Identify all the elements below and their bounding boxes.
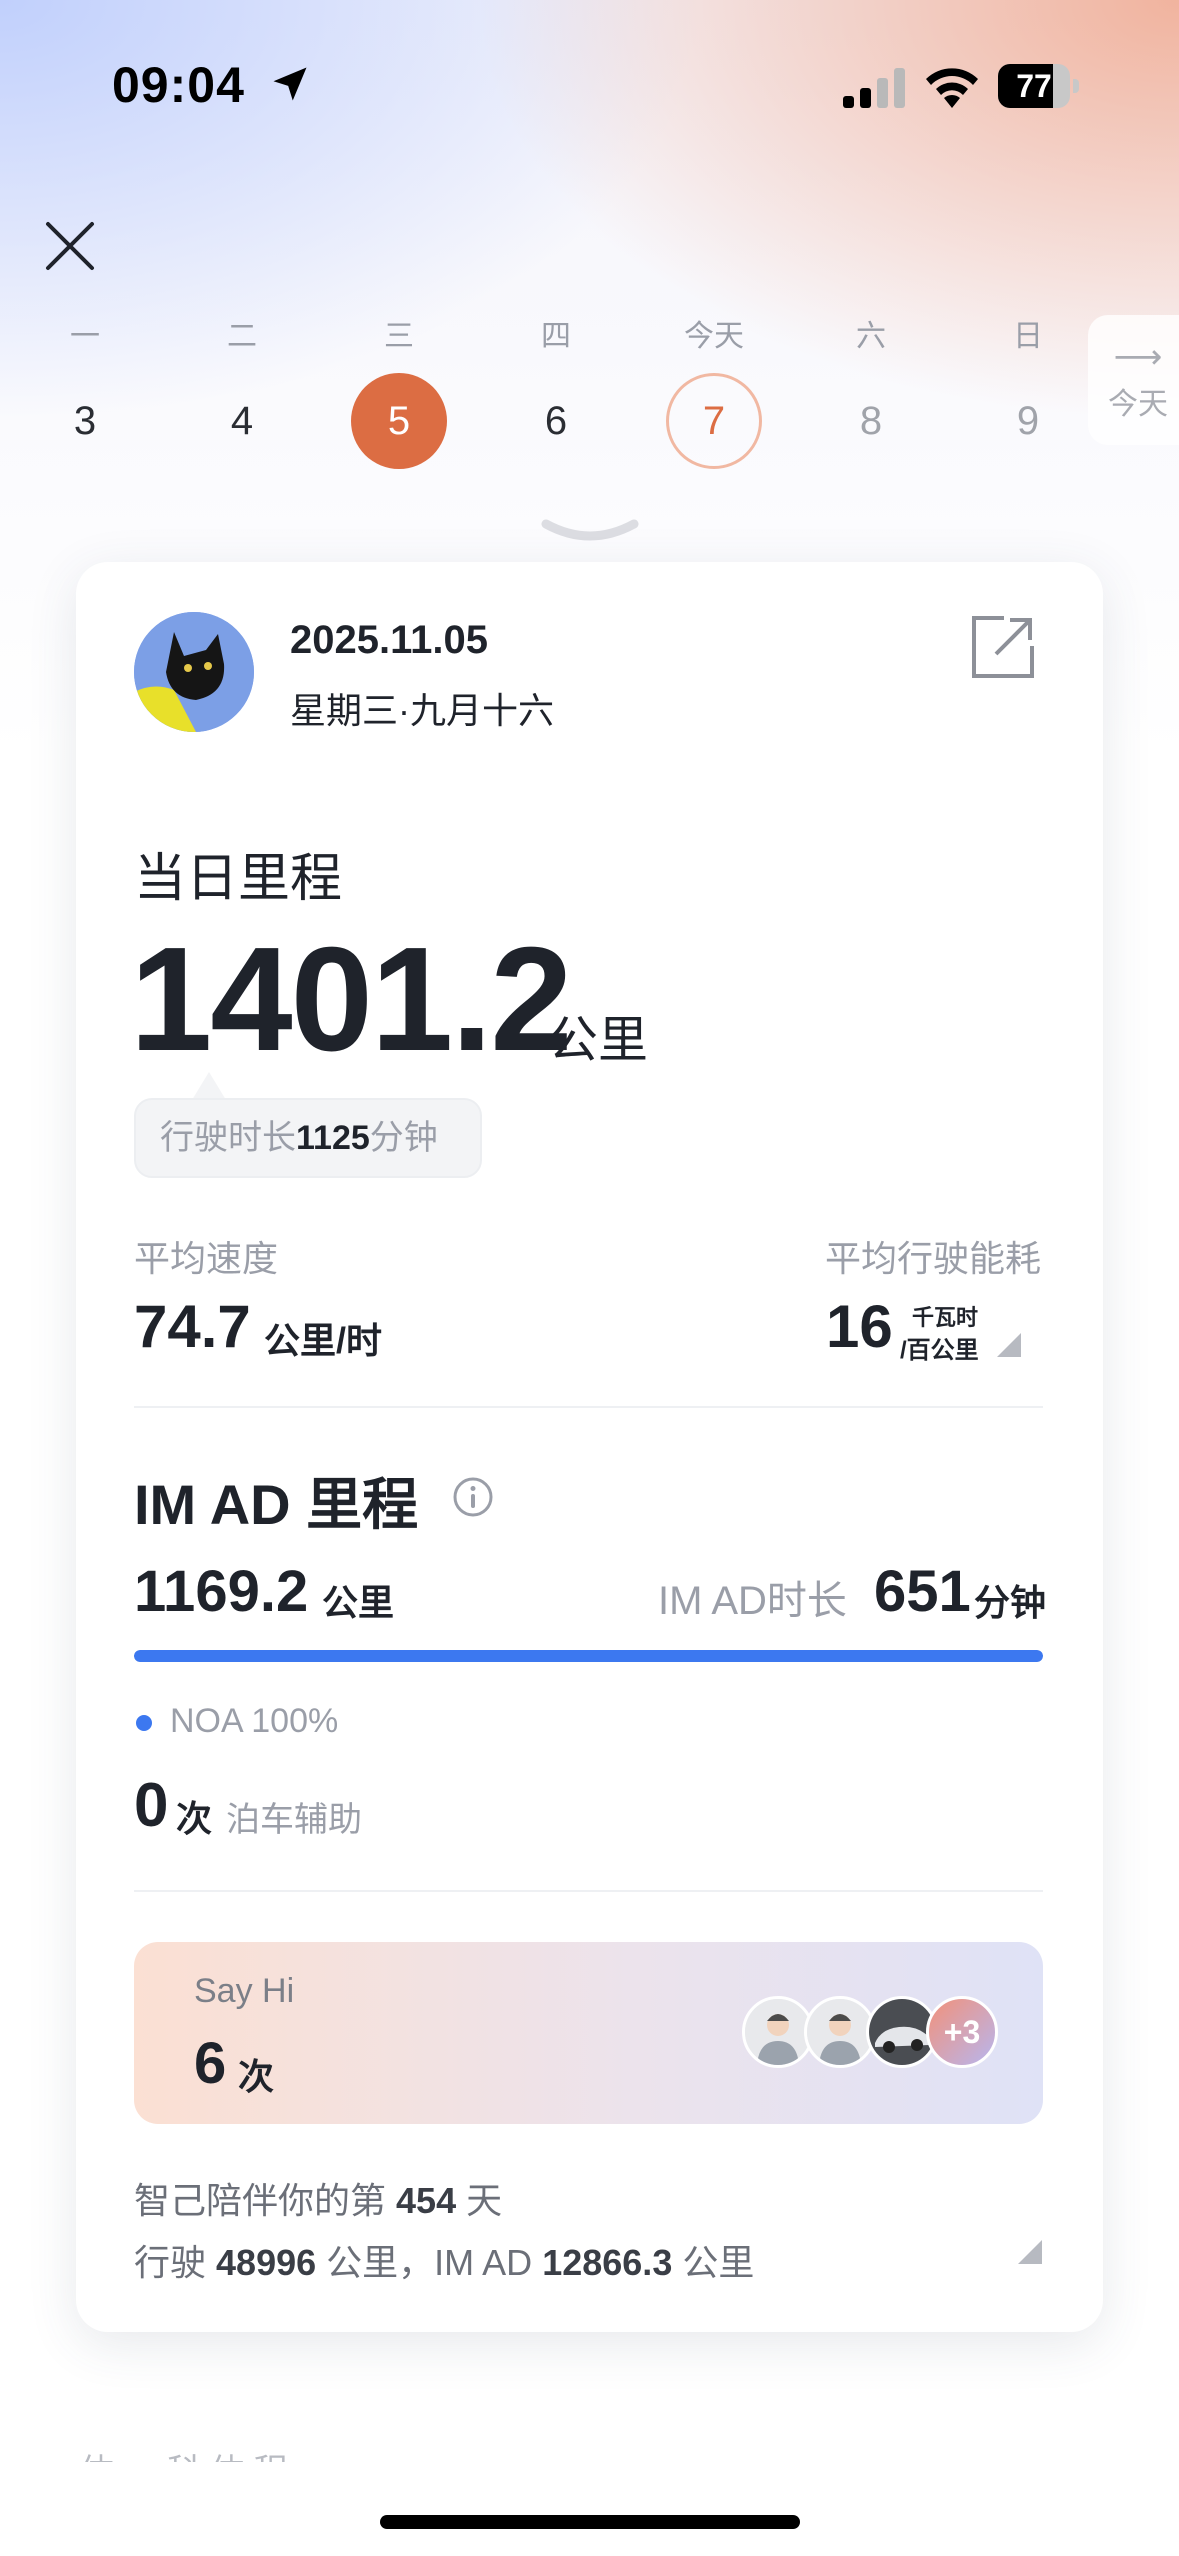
imad-duration-unit: 分钟 xyxy=(974,1582,1047,1623)
weekday-label: 一 xyxy=(70,320,100,353)
avg-speed-label: 平均速度 xyxy=(134,1238,279,1279)
weekday-label: 日 xyxy=(1013,320,1043,353)
imad-progress-fill xyxy=(134,1650,1043,1662)
info-icon[interactable] xyxy=(452,1476,494,1518)
bubble-pointer xyxy=(192,1072,226,1100)
avg-consumption-unit-top: 千瓦时 xyxy=(912,1305,979,1330)
expand-corner-icon[interactable] xyxy=(1018,2240,1042,2264)
arrow-right-icon: ⟶ xyxy=(1113,338,1163,376)
driving-duration-text: 行驶时长1125分钟 xyxy=(160,1119,438,1157)
parking-assist-unit: 次 xyxy=(176,1798,213,1839)
calendar-day-today[interactable]: 今天 7 xyxy=(664,315,764,469)
week-calendar: 一 3 二 4 三 5 四 6 今天 7 六 8 日 9 xyxy=(30,315,1080,475)
weekday-label: 今天 xyxy=(684,320,744,353)
cellular-signal-icon xyxy=(843,68,905,108)
weekday-label: 四 xyxy=(541,320,571,353)
divider xyxy=(134,1890,1043,1892)
more-people-badge[interactable]: +3 xyxy=(926,1996,998,2068)
daily-mileage-title: 当日里程 xyxy=(134,850,343,908)
day-number: 5 xyxy=(351,373,447,469)
parking-assist-label: 泊车辅助 xyxy=(226,1801,362,1839)
battery-body: 77 xyxy=(998,64,1070,108)
imad-progress-bar xyxy=(134,1650,1043,1662)
calendar-day[interactable]: 四 6 xyxy=(506,315,606,469)
day-number: 9 xyxy=(1016,399,1040,443)
noa-legend-dot xyxy=(136,1715,152,1731)
card-weekday-lunar: 星期三·九月十六 xyxy=(290,690,554,731)
home-indicator[interactable] xyxy=(380,2515,800,2529)
imad-duration-value: 651 xyxy=(874,1559,971,1624)
imad-mileage-title: IM AD 里程 xyxy=(134,1473,419,1536)
imad-duration-label: IM AD时长 xyxy=(658,1579,847,1623)
chevron-down-icon[interactable] xyxy=(540,518,640,544)
say-hi-unit: 次 xyxy=(238,2056,275,2097)
calendar-day-selected[interactable]: 三 5 xyxy=(349,315,449,469)
card-date: 2025.11.05 xyxy=(290,618,488,662)
battery-indicator: 77 xyxy=(998,64,1080,110)
divider xyxy=(134,1406,1043,1408)
daily-mileage-unit: 公里 xyxy=(548,1012,648,1068)
cat-avatar-image xyxy=(134,612,254,732)
battery-tip xyxy=(1073,79,1079,93)
driving-duration-bubble: 行驶时长1125分钟 xyxy=(134,1098,482,1178)
day-number: 8 xyxy=(859,399,883,443)
imad-mileage-value: 1169.2 xyxy=(134,1559,309,1624)
avg-consumption-value: 16 xyxy=(826,1293,893,1360)
day-number: 3 xyxy=(73,399,97,443)
today-button-label: 今天 xyxy=(1108,388,1168,421)
avg-consumption-label: 平均行驶能耗 xyxy=(824,1238,1041,1279)
avatar xyxy=(134,612,254,732)
avg-speed-value: 74.7 xyxy=(134,1293,251,1360)
day-number: 7 xyxy=(666,373,762,469)
calendar-day: 日 9 xyxy=(978,315,1078,469)
say-hi-label: Say Hi xyxy=(194,1972,295,2010)
weekday-label: 六 xyxy=(856,320,886,353)
avg-consumption-unit-bottom: /百公里 xyxy=(900,1337,979,1364)
location-arrow-icon xyxy=(273,67,307,101)
calendar-day[interactable]: 二 4 xyxy=(192,315,292,469)
weekday-label: 三 xyxy=(384,320,414,353)
battery-percent: 77 xyxy=(1016,68,1052,104)
say-hi-count: 6 xyxy=(194,2031,227,2096)
status-time: 09:04 xyxy=(112,57,245,113)
avg-speed-unit: 公里/时 xyxy=(264,1320,383,1361)
day-number: 4 xyxy=(230,399,254,443)
calendar-day: 六 8 xyxy=(821,315,921,469)
today-button[interactable]: ⟶ 今天 xyxy=(1088,315,1179,445)
weekday-label: 二 xyxy=(227,320,257,353)
imad-mileage-unit: 公里 xyxy=(322,1582,395,1623)
companion-total-text: 行驶 48996 公里，IM AD 12866.3 公里 xyxy=(134,2242,755,2283)
day-number: 6 xyxy=(544,399,568,443)
parking-assist-count: 0 xyxy=(134,1771,169,1840)
noa-percentage: NOA 100% xyxy=(170,1702,339,1740)
expand-corner-icon[interactable] xyxy=(997,1333,1021,1357)
next-section-heading: 体 一 科 体 程 xyxy=(80,2444,288,2462)
calendar-day[interactable]: 一 3 xyxy=(35,315,135,469)
wifi-icon xyxy=(926,68,978,108)
share-icon[interactable] xyxy=(968,612,1038,682)
daily-mileage-value: 1401.2 xyxy=(130,917,573,1082)
companion-days-text: 智己陪伴你的第 454 天 xyxy=(134,2180,503,2221)
close-icon[interactable] xyxy=(42,218,98,274)
